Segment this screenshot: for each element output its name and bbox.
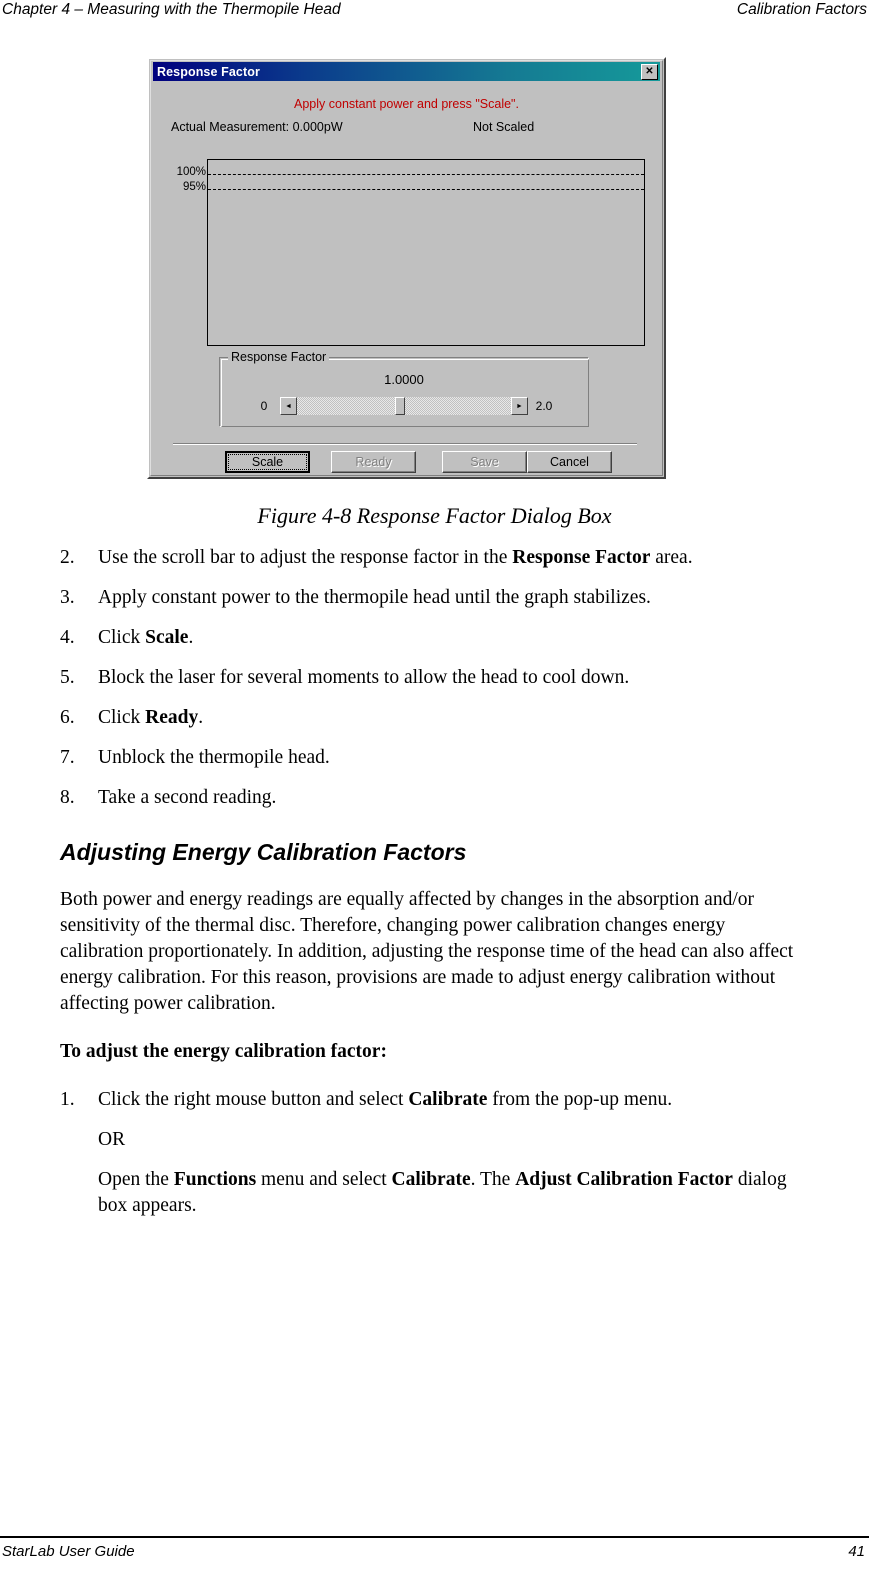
page-header: Chapter 4 – Measuring with the Thermopil… — [0, 0, 869, 26]
dialog-titlebar: Response Factor ✕ — [153, 62, 660, 81]
list-item-number: 8. — [60, 787, 75, 808]
list-item: 4. Click Scale. — [60, 625, 810, 651]
list-item: 7. Unblock the thermopile head. — [60, 745, 810, 771]
graph-gridline-95 — [208, 189, 644, 190]
alternate-instruction: Open the Functions menu and select Calib… — [98, 1169, 787, 1216]
list-item-text: Apply constant power to the thermopile h… — [98, 587, 651, 608]
list-item: 5. Block the laser for several moments to… — [60, 665, 810, 691]
list-item-number: 3. — [60, 587, 75, 608]
list-item-text: Take a second reading. — [98, 787, 277, 808]
footer-rule — [0, 1536, 869, 1538]
list-item-number: 1. — [60, 1089, 75, 1110]
scaled-status-label: Not Scaled — [473, 120, 535, 134]
page-number: 41 — [848, 1543, 865, 1560]
save-button-label: Save — [470, 455, 499, 469]
dialog-title: Response Factor — [157, 64, 260, 79]
response-factor-group: Response Factor 1.0000 0 ◄ ► 2.0 — [219, 350, 589, 427]
response-factor-slider-row: 0 ◄ ► 2.0 — [220, 394, 588, 418]
dialog-button-row: Scale Ready Save Cancel — [149, 451, 664, 475]
list-item-text: Click Scale. — [98, 627, 194, 648]
response-factor-value: 1.0000 — [384, 372, 424, 387]
slider-min-label: 0 — [260, 399, 268, 413]
list-item-text: Block the laser for several moments to a… — [98, 667, 630, 688]
dialog-instruction: Apply constant power and press "Scale". — [294, 97, 519, 111]
ready-button-label: Ready — [355, 455, 392, 469]
list-item-number: 5. — [60, 667, 75, 688]
graph-label-100: 100% — [176, 166, 206, 178]
list-item: 2. Use the scroll bar to adjust the respo… — [60, 545, 810, 571]
list-item: 6. Click Ready. — [60, 705, 810, 731]
response-graph-plot-area — [207, 159, 645, 346]
procedure-lead-in: To adjust the energy calibration factor: — [60, 1041, 387, 1062]
group-legend: Response Factor — [228, 350, 330, 364]
list-item-text: Click Ready. — [98, 707, 204, 728]
scroll-left-arrow-icon[interactable]: ◄ — [280, 397, 297, 415]
slider-max-label: 2.0 — [535, 399, 553, 413]
list-item: 1. Click the right mouse button and selec… — [60, 1087, 810, 1113]
save-button[interactable]: Save — [442, 451, 527, 473]
steps-list-first: 2. Use the scroll bar to adjust the respo… — [60, 545, 810, 811]
graph-axis-labels: 100% 95% — [164, 165, 206, 195]
list-item-text: Unblock the thermopile head. — [98, 747, 330, 768]
or-divider-text: OR — [98, 1129, 126, 1150]
response-factor-dialog: Response Factor ✕ Apply constant power a… — [147, 57, 666, 479]
scroll-right-arrow-icon[interactable]: ► — [511, 397, 528, 415]
section-heading: Adjusting Energy Calibration Factors — [60, 839, 467, 865]
scrollbar-track[interactable] — [297, 397, 511, 415]
scale-button[interactable]: Scale — [225, 451, 310, 473]
list-item-number: 4. — [60, 627, 75, 648]
header-section-title: Calibration Factors — [736, 1, 867, 18]
scale-button-label: Scale — [251, 455, 284, 469]
response-factor-scrollbar[interactable]: ◄ ► — [280, 397, 528, 415]
actual-measurement-readout: Actual Measurement: 0.000pW — [171, 120, 343, 134]
section-paragraph: Both power and energy readings are equal… — [60, 889, 794, 1014]
cancel-button[interactable]: Cancel — [527, 451, 612, 473]
cancel-button-label: Cancel — [550, 455, 589, 469]
list-item: 8. Take a second reading. — [60, 785, 810, 811]
dialog-separator — [173, 443, 637, 445]
response-factor-dialog-figure: Response Factor ✕ Apply constant power a… — [147, 57, 666, 479]
ready-button[interactable]: Ready — [331, 451, 416, 473]
graph-label-95: 95% — [182, 181, 206, 193]
document-body: 2. Use the scroll bar to adjust the respo… — [60, 545, 810, 1233]
close-icon[interactable]: ✕ — [641, 64, 658, 80]
list-item-text: Use the scroll bar to adjust the respons… — [98, 547, 693, 568]
list-item-number: 2. — [60, 547, 75, 568]
list-item: 3. Apply constant power to the thermopile… — [60, 585, 810, 611]
scrollbar-thumb[interactable] — [395, 397, 406, 415]
graph-gridline-100 — [208, 174, 644, 175]
page-footer: StarLab User Guide 41 — [0, 1536, 869, 1566]
figure-caption: Figure 4-8 Response Factor Dialog Box — [257, 503, 612, 528]
list-item-text: Click the right mouse button and select … — [98, 1089, 673, 1110]
list-item-number: 6. — [60, 707, 75, 728]
steps-list-second: 1. Click the right mouse button and selec… — [60, 1087, 810, 1113]
list-item-number: 7. — [60, 747, 75, 768]
footer-guide-name: StarLab User Guide — [2, 1543, 135, 1560]
header-chapter-title: Chapter 4 – Measuring with the Thermopil… — [2, 1, 341, 18]
